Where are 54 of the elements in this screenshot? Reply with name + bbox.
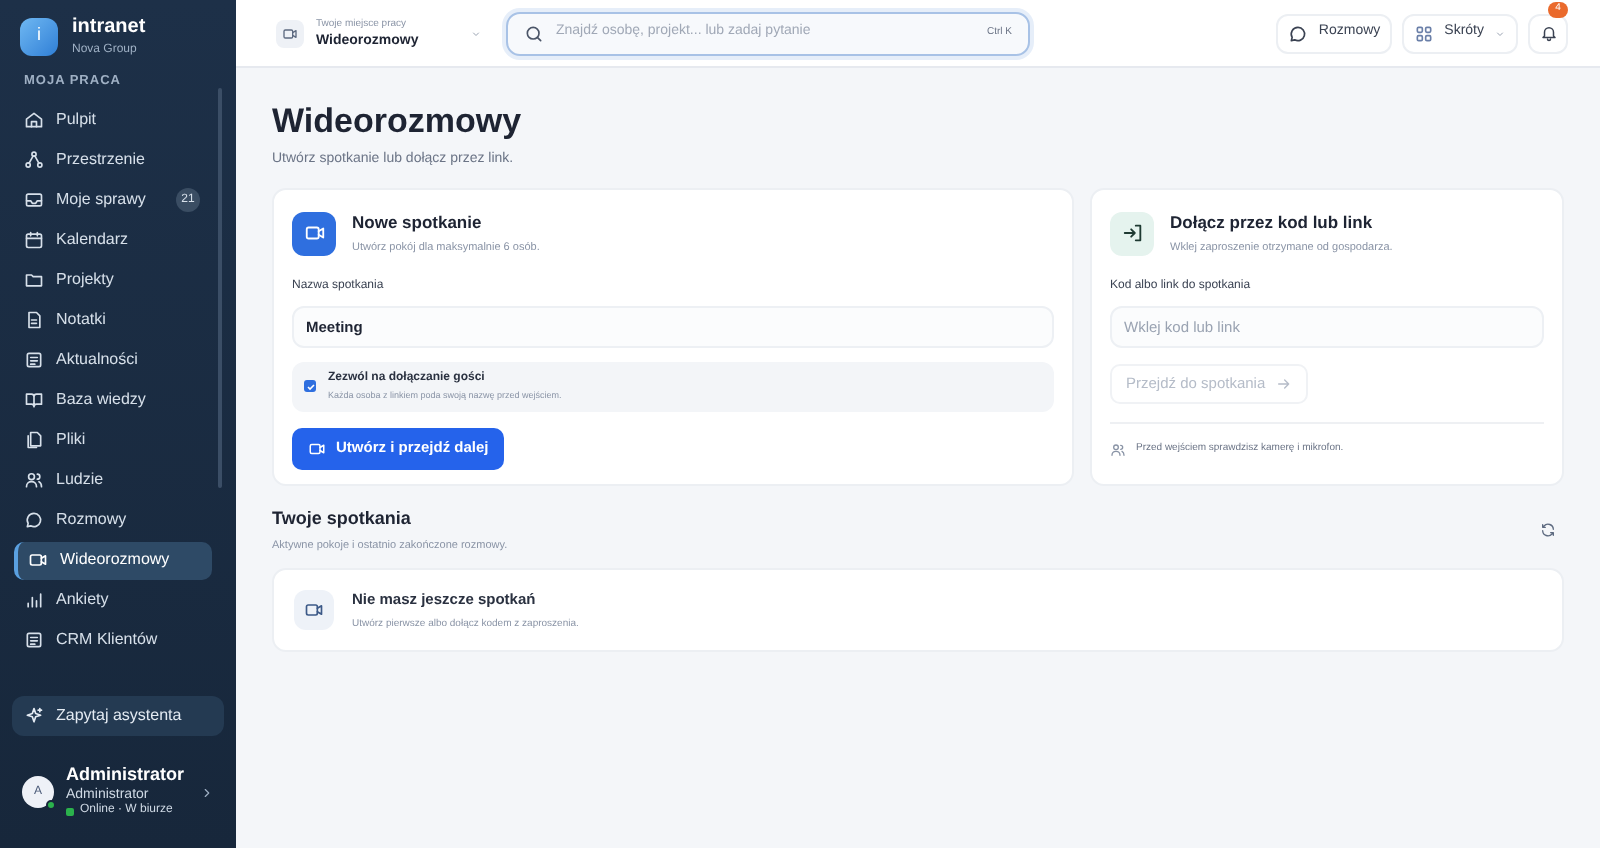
page-title: Wideorozmowy xyxy=(272,104,524,138)
nodes-icon xyxy=(24,150,44,171)
assistant-button[interactable]: Zapytaj asystenta xyxy=(12,696,224,736)
arrow-right-icon xyxy=(1275,375,1292,391)
online-indicator xyxy=(66,808,74,816)
sidebar-item[interactable]: Ludzie xyxy=(14,461,212,500)
calendar-icon xyxy=(24,230,44,251)
chevron-down-icon xyxy=(1494,27,1506,39)
chevron-right-icon xyxy=(200,785,214,799)
house-icon xyxy=(24,110,44,131)
sidebar-item[interactable]: Pulpit xyxy=(14,101,212,140)
video-camera-icon xyxy=(308,439,326,457)
notifications-button[interactable] xyxy=(1528,13,1568,53)
people-icon xyxy=(24,470,44,491)
newspaper-icon xyxy=(24,630,44,651)
logo: i xyxy=(20,17,58,55)
grid-icon xyxy=(1414,23,1435,43)
section-title: Twoje spotkania xyxy=(272,505,413,532)
sidebar-item[interactable]: Baza wiedzy xyxy=(14,381,212,420)
search-icon xyxy=(524,23,544,43)
people-icon xyxy=(1110,441,1126,457)
video-camera-icon xyxy=(304,600,324,621)
video-camera-icon xyxy=(303,222,325,244)
sidebar-item[interactable]: Przestrzenie xyxy=(14,141,212,180)
inbox-icon xyxy=(24,190,44,211)
chevron-down-icon xyxy=(470,27,482,39)
enter-arrow-icon xyxy=(1121,222,1143,244)
chat-bubble-icon xyxy=(1288,23,1309,43)
sidebar-item[interactable]: Kalendarz xyxy=(14,221,212,260)
sidebar-item[interactable]: Ankiety xyxy=(14,581,212,620)
sidebar-item[interactable]: Rozmowy xyxy=(14,501,212,540)
sidebar-item[interactable]: Wideorozmowy xyxy=(14,541,212,580)
card-title: Nowe spotkanie xyxy=(352,209,484,235)
sidebar-item[interactable]: Notatki xyxy=(14,301,212,340)
chat-bubble-icon xyxy=(24,510,44,531)
sidebar-item[interactable]: Aktualności xyxy=(14,341,212,380)
app-name: intranet xyxy=(72,17,146,37)
checkbox[interactable] xyxy=(304,380,316,392)
sparkle-icon xyxy=(24,706,44,726)
folder-icon xyxy=(24,270,44,291)
files-icon xyxy=(24,430,44,451)
document-icon xyxy=(24,310,44,331)
newspaper-icon xyxy=(24,350,44,371)
bar-chart-icon xyxy=(24,590,44,611)
book-icon xyxy=(24,390,44,411)
sidebar-item[interactable]: CRM Klientów xyxy=(14,621,212,660)
video-camera-icon xyxy=(282,25,298,41)
card-title: Dołącz przez kod lub link xyxy=(1170,209,1375,235)
sidebar-item[interactable]: Pliki xyxy=(14,421,212,460)
refresh-icon xyxy=(1540,521,1556,538)
sidebar-item[interactable]: Projekty xyxy=(14,261,212,300)
video-camera-icon xyxy=(28,550,48,571)
bell-icon xyxy=(1539,24,1557,42)
user-name: Administrator xyxy=(66,764,187,787)
